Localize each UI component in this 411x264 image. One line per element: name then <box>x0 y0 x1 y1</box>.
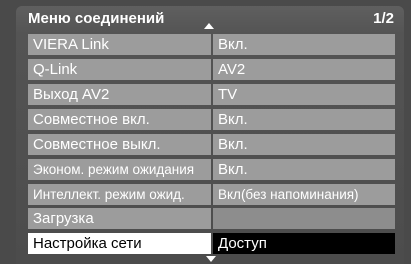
menu-item-intelligent-standby[interactable]: Интеллект. режим ожид. Вкл(без напоминан… <box>28 184 395 205</box>
menu-item-power-on-link[interactable]: Совместное вкл. Вкл. <box>28 109 395 130</box>
scroll-up-arrow-icon[interactable] <box>204 23 214 29</box>
menu-item-label: Настройка сети <box>28 233 211 254</box>
menu-title: Меню соединений <box>28 10 165 27</box>
menu-item-label: Совместное выкл. <box>28 134 211 155</box>
menu-item-download[interactable]: Загрузка <box>28 208 395 229</box>
menu-item-label: Интеллект. режим ожид. <box>28 184 211 205</box>
menu-item-value[interactable]: Вкл. <box>213 159 395 180</box>
menu-item-power-off-link[interactable]: Совместное выкл. Вкл. <box>28 134 395 155</box>
menu-item-value[interactable]: Вкл(без напоминания) <box>213 184 395 205</box>
menu-item-value[interactable]: Вкл. <box>213 109 395 130</box>
scroll-down-arrow-icon[interactable] <box>206 256 216 262</box>
menu-item-value <box>213 208 395 229</box>
menu-item-value[interactable]: Вкл. <box>213 134 395 155</box>
menu-item-label: Эконом. режим ожидания <box>28 159 211 180</box>
menu-item-label: Q-Link <box>28 59 211 80</box>
menu-item-value[interactable]: Вкл. <box>213 34 395 55</box>
menu-item-label: Выход AV2 <box>28 84 211 105</box>
menu-item-q-link[interactable]: Q-Link AV2 <box>28 59 395 80</box>
menu-item-value[interactable]: Доступ <box>213 233 395 254</box>
page-indicator: 1/2 <box>373 10 394 27</box>
menu-item-label: Совместное вкл. <box>28 109 211 130</box>
menu-item-label: Загрузка <box>28 208 211 229</box>
menu-header: Меню соединений 1/2 <box>16 6 404 30</box>
menu-item-av2-output[interactable]: Выход AV2 TV <box>28 84 395 105</box>
menu-item-value[interactable]: TV <box>213 84 395 105</box>
menu-item-value[interactable]: AV2 <box>213 59 395 80</box>
menu-item-viera-link[interactable]: VIERA Link Вкл. <box>28 34 395 55</box>
menu-item-eco-standby[interactable]: Эконом. режим ожидания Вкл. <box>28 159 395 180</box>
menu-item-network-setup[interactable]: Настройка сети Доступ <box>28 233 395 254</box>
menu-item-label: VIERA Link <box>28 34 211 55</box>
